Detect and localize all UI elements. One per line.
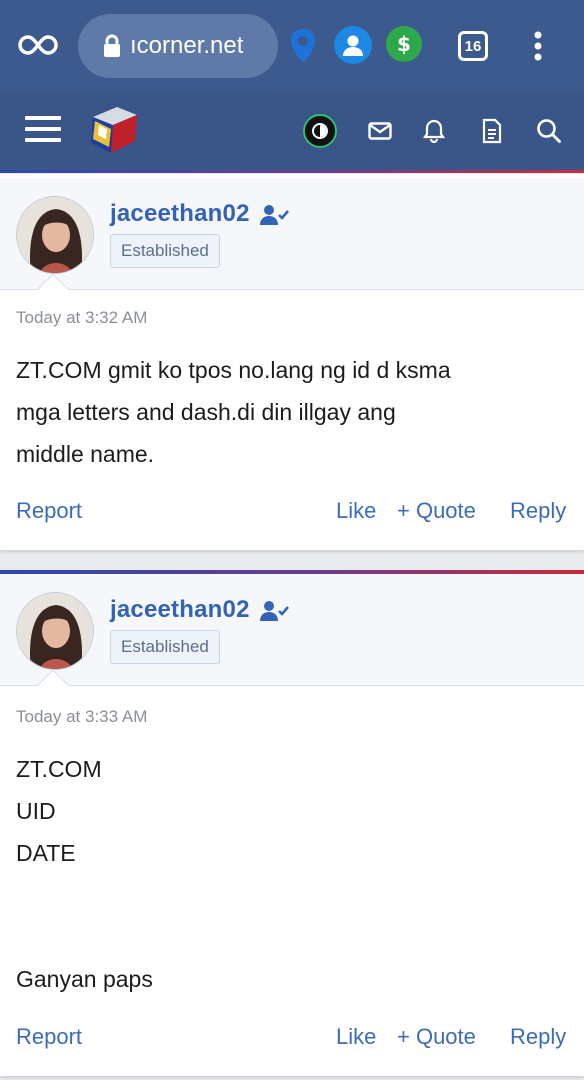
dark-mode-toggle-icon[interactable] bbox=[303, 114, 337, 148]
search-icon[interactable] bbox=[534, 116, 564, 146]
whats-new-document-icon[interactable] bbox=[478, 116, 506, 146]
username-link[interactable]: jaceethan02 bbox=[110, 596, 250, 624]
report-link[interactable]: Report bbox=[16, 498, 82, 524]
notifications-bell-icon[interactable] bbox=[420, 116, 448, 146]
post-body: ZT.COM gmit ko tpos no.lang ng id d ksma… bbox=[16, 349, 566, 475]
incognito-infinity-icon[interactable] bbox=[18, 30, 58, 60]
reply-link[interactable]: Reply bbox=[510, 1024, 566, 1050]
post-body-line: Ganyan paps bbox=[16, 966, 153, 992]
post-message: jaceethan02 Established Today at 3:32 AM… bbox=[0, 174, 584, 550]
user-avatar[interactable] bbox=[16, 592, 94, 670]
post-user-block: jaceethan02 Established bbox=[0, 178, 584, 290]
dollar-extension-icon[interactable]: $ bbox=[386, 26, 422, 62]
post-body-line bbox=[16, 916, 566, 958]
post-body-line: ZT.COM gmit ko tpos no.lang ng id d ksma bbox=[16, 357, 451, 383]
tab-count-button[interactable]: 16 bbox=[458, 31, 488, 61]
location-pin-icon[interactable] bbox=[288, 26, 318, 66]
like-link[interactable]: Like bbox=[336, 1024, 376, 1050]
quote-link[interactable]: + Quote bbox=[397, 498, 476, 524]
inbox-icon[interactable] bbox=[366, 118, 394, 144]
reply-link[interactable]: Reply bbox=[510, 498, 566, 524]
verified-user-icon bbox=[260, 204, 290, 230]
username-link[interactable]: jaceethan02 bbox=[110, 200, 250, 228]
post-body: ZT.COM UID DATE Ganyan paps bbox=[16, 748, 566, 1000]
report-link[interactable]: Report bbox=[16, 1024, 82, 1050]
post-body-line: middle name. bbox=[16, 441, 155, 467]
kebab-menu-icon[interactable] bbox=[526, 28, 550, 64]
dollar-glyph: $ bbox=[397, 32, 411, 56]
post-body-line: ZT.COM bbox=[16, 756, 102, 782]
like-link[interactable]: Like bbox=[336, 498, 376, 524]
user-title-badge: Established bbox=[110, 234, 220, 268]
verified-user-icon bbox=[260, 600, 290, 626]
hamburger-menu-icon[interactable] bbox=[24, 112, 62, 146]
browser-toolbar: ıcorner.net $ 16 bbox=[0, 0, 584, 92]
post-body-line: UID bbox=[16, 798, 56, 824]
site-logo-icon[interactable] bbox=[86, 102, 142, 158]
header-accent-line bbox=[0, 170, 584, 173]
post-message: jaceethan02 Established Today at 3:33 AM… bbox=[0, 570, 584, 1076]
quote-link[interactable]: + Quote bbox=[397, 1024, 476, 1050]
account-icon[interactable] bbox=[334, 26, 372, 64]
post-timestamp[interactable]: Today at 3:32 AM bbox=[16, 308, 147, 328]
lock-icon bbox=[102, 34, 122, 58]
site-header bbox=[0, 92, 584, 170]
post-user-block: jaceethan02 Established bbox=[0, 574, 584, 686]
url-text: ıcorner.net bbox=[130, 32, 244, 59]
post-body-line bbox=[16, 874, 566, 916]
address-bar[interactable]: ıcorner.net bbox=[78, 14, 278, 78]
user-title-badge: Established bbox=[110, 630, 220, 664]
post-body-line: mga letters and dash.di din illgay ang bbox=[16, 399, 396, 425]
post-body-line: DATE bbox=[16, 840, 76, 866]
user-avatar[interactable] bbox=[16, 196, 94, 274]
post-timestamp[interactable]: Today at 3:33 AM bbox=[16, 707, 147, 727]
